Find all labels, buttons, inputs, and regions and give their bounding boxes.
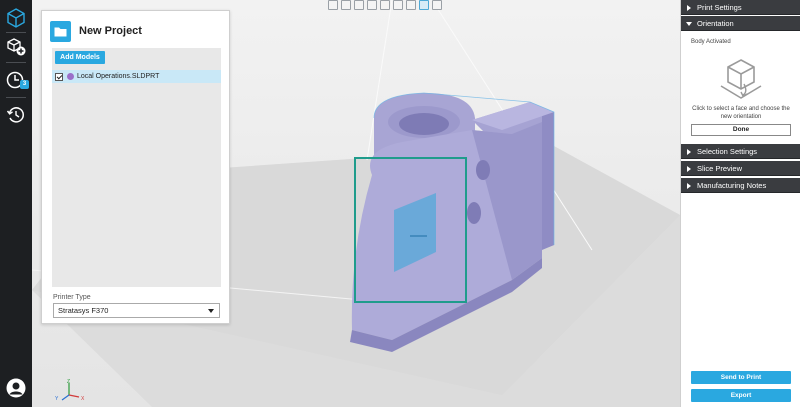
view-top-icon[interactable]: [380, 0, 390, 10]
orientation-content: Body Activated Click to select a face an…: [681, 32, 800, 142]
rail-divider: [6, 62, 26, 63]
axis-y-label: Y: [55, 396, 59, 402]
export-button[interactable]: Export: [691, 389, 791, 402]
history-badge: 3: [20, 80, 29, 89]
orientation-label: Orientation: [697, 19, 734, 28]
part-icon: [67, 73, 74, 80]
user-icon[interactable]: [6, 378, 26, 398]
left-toolbar: 3: [0, 0, 32, 407]
model-filename: Local Operations.SLDPRT: [77, 73, 160, 80]
print-settings-header[interactable]: Print Settings: [681, 0, 800, 15]
chevron-right-icon: [687, 5, 691, 11]
chevron-down-icon: [208, 309, 214, 313]
project-header: New Project: [50, 20, 142, 42]
manufacturing-notes-header[interactable]: Manufacturing Notes: [681, 178, 800, 193]
done-button[interactable]: Done: [691, 124, 791, 136]
add-part-icon[interactable]: [5, 36, 27, 58]
view-iso-icon[interactable]: [419, 0, 429, 10]
rail-divider: [6, 32, 26, 33]
orientation-cube-icon: [714, 54, 768, 102]
project-title[interactable]: New Project: [79, 25, 142, 37]
chevron-right-icon: [687, 166, 691, 172]
history-icon[interactable]: 3: [5, 69, 29, 91]
view-right-icon[interactable]: [367, 0, 377, 10]
orientation-header[interactable]: Orientation: [681, 16, 800, 31]
orientation-help-text: Click to select a face and choose the ne…: [692, 106, 790, 120]
model-list: Add Models Local Operations.SLDPRT: [52, 48, 221, 287]
print-settings-label: Print Settings: [697, 3, 742, 12]
model-row[interactable]: Local Operations.SLDPRT: [52, 70, 221, 83]
printer-type-select[interactable]: Stratasys F370: [53, 303, 220, 318]
body-status: Body Activated: [691, 39, 731, 45]
manufacturing-notes-label: Manufacturing Notes: [697, 181, 767, 190]
slice-preview-label: Slice Preview: [697, 164, 743, 173]
printer-type-label: Printer Type: [53, 294, 91, 301]
right-panel: Print Settings Orientation Body Activate…: [680, 0, 800, 407]
view-camera-icon[interactable]: [432, 0, 442, 10]
model-checkbox[interactable]: [55, 72, 63, 81]
view-fit-icon[interactable]: [406, 0, 416, 10]
axis-z-label: Z: [67, 379, 70, 385]
slice-preview-header[interactable]: Slice Preview: [681, 161, 800, 176]
chevron-right-icon: [687, 183, 691, 189]
project-panel: New Project Add Models Local Operations.…: [41, 10, 230, 324]
selection-settings-header[interactable]: Selection Settings: [681, 144, 800, 159]
view-toolbar: [328, 0, 442, 12]
send-to-print-button[interactable]: Send to Print: [691, 371, 791, 384]
chevron-down-icon: [686, 22, 692, 26]
axis-triad: Z Y X: [55, 379, 87, 403]
cube-icon[interactable]: [5, 7, 27, 29]
view-left-icon[interactable]: [354, 0, 364, 10]
selection-settings-label: Selection Settings: [697, 147, 758, 156]
view-bottom-icon[interactable]: [393, 0, 403, 10]
view-back-icon[interactable]: [341, 0, 351, 10]
axis-x-label: X: [81, 396, 85, 402]
restore-icon[interactable]: [5, 104, 27, 126]
rail-divider: [6, 97, 26, 98]
chevron-right-icon: [687, 149, 691, 155]
printer-selected-value: Stratasys F370: [58, 306, 109, 315]
add-models-button[interactable]: Add Models: [55, 51, 105, 64]
folder-icon: [50, 20, 71, 42]
view-front-icon[interactable]: [328, 0, 338, 10]
